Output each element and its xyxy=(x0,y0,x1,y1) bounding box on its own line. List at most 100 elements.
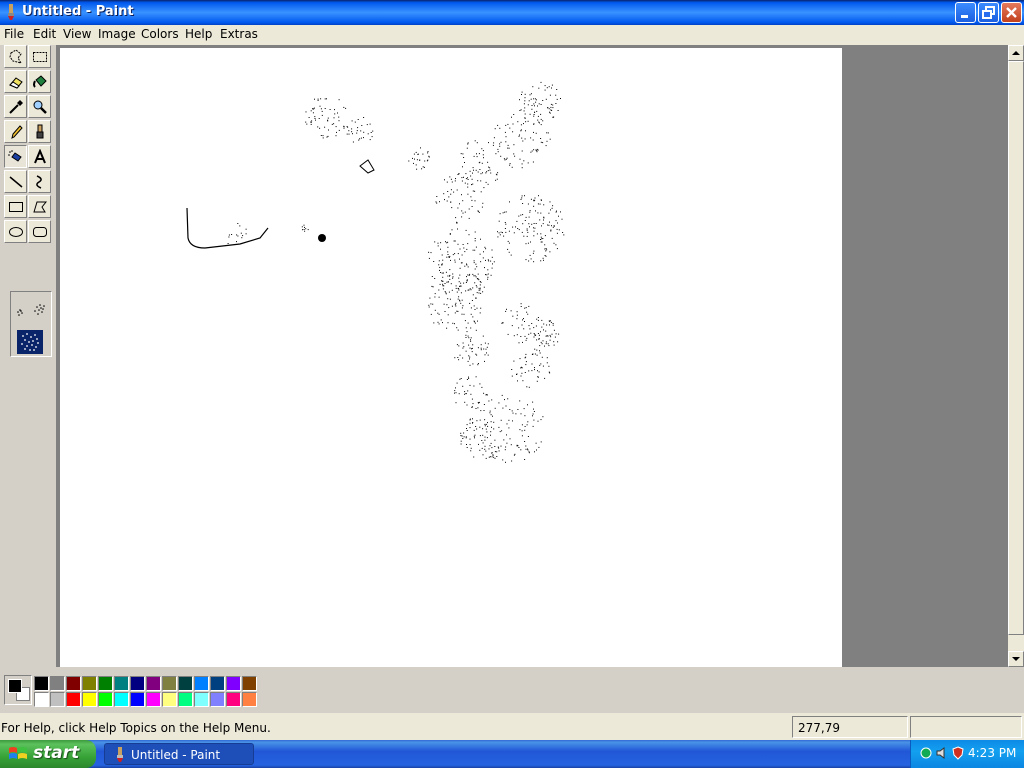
restore-icon xyxy=(982,6,995,19)
taskbar-item-label: Untitled - Paint xyxy=(131,748,221,762)
palette-swatch[interactable] xyxy=(178,676,193,691)
airbrush-icon xyxy=(8,150,22,162)
brush-icon xyxy=(36,124,44,139)
rectangle-icon xyxy=(9,202,23,212)
menu-view[interactable]: View xyxy=(63,27,91,41)
palette-swatch[interactable] xyxy=(146,692,161,707)
windows-logo-icon xyxy=(9,747,27,759)
select-icon xyxy=(33,52,47,62)
restore-button[interactable] xyxy=(978,2,999,23)
palette-swatch[interactable] xyxy=(226,676,241,691)
palette-swatch[interactable] xyxy=(210,676,225,691)
ellipse-icon xyxy=(9,227,23,237)
tool-free-form-select[interactable] xyxy=(4,45,27,68)
tool-text[interactable] xyxy=(28,145,51,168)
tool-rectangle[interactable] xyxy=(4,195,27,218)
tool-eraser[interactable] xyxy=(4,70,27,93)
tool-brush[interactable] xyxy=(28,120,51,143)
scroll-down-button[interactable] xyxy=(1008,651,1024,667)
palette-swatch[interactable] xyxy=(98,692,113,707)
tool-pick-color[interactable] xyxy=(4,95,27,118)
status-bar: For Help, click Help Topics on the Help … xyxy=(0,713,1024,740)
palette-swatch[interactable] xyxy=(242,692,257,707)
free-form-select-icon xyxy=(9,49,23,64)
tool-rounded-rectangle[interactable] xyxy=(28,220,51,243)
canvas-workspace xyxy=(56,45,1008,667)
tool-ellipse[interactable] xyxy=(4,220,27,243)
title-bar[interactable]: Untitled - Paint xyxy=(0,0,1024,25)
palette-swatch[interactable] xyxy=(130,676,145,691)
palette-swatch[interactable] xyxy=(98,676,113,691)
scroll-down-arrow-icon xyxy=(1012,657,1020,661)
paint-app-icon xyxy=(117,747,123,762)
minimize-button[interactable] xyxy=(955,2,976,23)
palette-swatch[interactable] xyxy=(114,676,129,691)
menu-help[interactable]: Help xyxy=(185,27,212,41)
palette-swatch[interactable] xyxy=(194,692,209,707)
status-help-text: For Help, click Help Topics on the Help … xyxy=(1,721,271,735)
tool-line[interactable] xyxy=(4,170,27,193)
airbrush-size-large[interactable] xyxy=(17,330,43,354)
palette-swatch[interactable] xyxy=(34,676,49,691)
foreground-color-swatch xyxy=(8,679,22,693)
tool-select[interactable] xyxy=(28,45,51,68)
palette-swatch[interactable] xyxy=(210,692,225,707)
palette-swatch[interactable] xyxy=(82,676,97,691)
start-label: start xyxy=(33,743,80,763)
drawing-strokes xyxy=(186,81,565,463)
palette-swatch[interactable] xyxy=(34,692,49,707)
tool-curve[interactable] xyxy=(28,170,51,193)
volume-icon[interactable] xyxy=(935,746,949,760)
network-icon[interactable] xyxy=(919,746,933,760)
scroll-up-button[interactable] xyxy=(1008,45,1024,61)
security-shield-icon[interactable] xyxy=(951,746,965,760)
palette-swatch[interactable] xyxy=(66,692,81,707)
palette-swatch[interactable] xyxy=(114,692,129,707)
scroll-up-arrow-icon xyxy=(1012,51,1020,55)
palette-swatch[interactable] xyxy=(66,676,81,691)
palette-swatch[interactable] xyxy=(50,676,65,691)
palette-swatch[interactable] xyxy=(50,692,65,707)
close-icon xyxy=(1006,7,1017,18)
tool-pencil[interactable] xyxy=(4,120,27,143)
taskbar-item-paint[interactable]: Untitled - Paint xyxy=(104,743,254,765)
tool-polygon[interactable] xyxy=(28,195,51,218)
menu-bar: File Edit View Image Colors Help Extras xyxy=(0,25,1024,45)
close-button[interactable] xyxy=(1001,2,1022,23)
tool-magnifier[interactable] xyxy=(28,95,51,118)
drawing-canvas[interactable] xyxy=(60,48,842,667)
palette-swatch[interactable] xyxy=(82,692,97,707)
color-palette-area xyxy=(0,667,1024,713)
vertical-scrollbar[interactable] xyxy=(1008,45,1024,667)
current-colors-box xyxy=(4,675,32,705)
status-size-panel xyxy=(910,716,1022,738)
palette-swatch[interactable] xyxy=(226,692,241,707)
menu-image[interactable]: Image xyxy=(98,27,136,41)
palette-swatch[interactable] xyxy=(242,676,257,691)
menu-extras[interactable]: Extras xyxy=(220,27,258,41)
menu-colors[interactable]: Colors xyxy=(141,27,179,41)
taskbar: start Untitled - Paint 4:23 PM xyxy=(0,740,1024,768)
curve-icon xyxy=(36,175,42,189)
palette-swatch[interactable] xyxy=(146,676,161,691)
airbrush-size-options xyxy=(10,291,52,357)
window-title: Untitled - Paint xyxy=(22,4,134,19)
scrollbar-thumb[interactable] xyxy=(1008,61,1024,635)
status-coordinates: 277,79 xyxy=(798,721,840,735)
system-tray: 4:23 PM xyxy=(910,740,1024,768)
menu-edit[interactable]: Edit xyxy=(33,27,56,41)
menu-file[interactable]: File xyxy=(4,27,24,41)
line-icon xyxy=(9,176,23,188)
tool-airbrush[interactable] xyxy=(4,145,27,168)
palette-swatch[interactable] xyxy=(162,676,177,691)
magnifier-icon xyxy=(33,100,47,114)
palette-swatch[interactable] xyxy=(130,692,145,707)
tool-box xyxy=(2,45,54,357)
airbrush-size-small-medium[interactable] xyxy=(13,298,49,322)
taskbar-clock: 4:23 PM xyxy=(968,746,1017,760)
palette-swatch[interactable] xyxy=(162,692,177,707)
palette-swatch[interactable] xyxy=(178,692,193,707)
tool-fill-with-color[interactable] xyxy=(28,70,51,93)
palette-swatch[interactable] xyxy=(194,676,209,691)
start-button[interactable]: start xyxy=(0,740,96,768)
